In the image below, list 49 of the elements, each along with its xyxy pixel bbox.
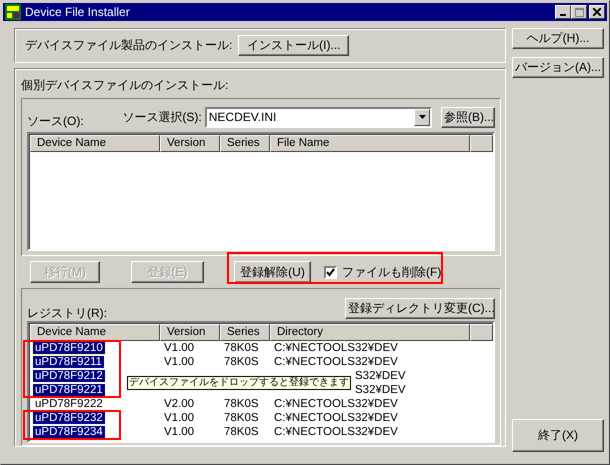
help-button[interactable]: ヘルプ(H)...	[512, 28, 604, 49]
column-header[interactable]: Version	[160, 135, 220, 152]
table-cell: 78K0S	[224, 398, 259, 410]
device-name[interactable]: uPD78F9222	[33, 398, 105, 410]
table-cell: 78K0S	[224, 412, 259, 424]
table-cell: 78K0S	[224, 356, 259, 368]
column-header[interactable]: Series	[220, 135, 270, 152]
version-button[interactable]: バージョン(A)...	[512, 57, 604, 78]
column-header[interactable]: Series	[220, 324, 270, 341]
source-dropdown[interactable]: NECDEV.INI	[204, 106, 432, 128]
column-header[interactable]: File Name	[270, 135, 470, 152]
column-header[interactable]: Device Name	[30, 324, 160, 341]
source-select-label: ソース選択(S):	[122, 108, 202, 126]
table-cell: V1.00	[164, 426, 194, 438]
table-cell: V2.00	[164, 398, 194, 410]
change-directory-button[interactable]: 登録ディレクトリ変更(C)...	[345, 298, 495, 318]
table-cell: V1.00	[164, 342, 194, 354]
checkbox-label[interactable]: ファイルも削除(F)	[342, 264, 442, 280]
section-label: デバイスファイル製品のインストール:	[25, 37, 232, 54]
tooltip: デバイスファイルをドロップすると登録できます	[127, 376, 351, 390]
table-cell: C:¥NECTOOLS32¥DEV	[274, 342, 398, 354]
table-cell: C:¥NECTOOLS32¥DEV	[274, 398, 398, 410]
install-button[interactable]: インストール(I)...	[238, 35, 350, 56]
dropdown-value: NECDEV.INI	[208, 110, 278, 124]
device-name[interactable]: uPD78F9232	[33, 412, 105, 424]
table-cell: C:¥NECTOOLS32¥DEV	[274, 412, 398, 424]
device-name[interactable]: uPD78F9212	[33, 370, 105, 382]
device-name[interactable]: uPD78F9211	[33, 356, 104, 368]
column-header[interactable]: Directory	[270, 324, 470, 341]
device-name[interactable]: uPD78F9221	[33, 384, 105, 396]
table-cell: S32¥DEV	[355, 384, 406, 396]
table-cell: S32¥DEV	[355, 370, 406, 382]
column-header[interactable]: Version	[160, 324, 220, 341]
table-cell: 78K0S	[224, 342, 259, 354]
registry-label: レジストリ(R):	[27, 304, 107, 322]
window-title: Device File Installer	[25, 5, 131, 19]
table-cell: V1.00	[164, 356, 194, 368]
section-label: 個別デバイスファイルのインストール:	[21, 77, 230, 94]
table-cell: 78K0S	[224, 426, 259, 438]
column-header[interactable]: Device Name	[30, 135, 160, 152]
table-cell: V1.00	[164, 412, 194, 424]
table-cell: C:¥NECTOOLS32¥DEV	[274, 426, 398, 438]
browse-button[interactable]: 参照(B)...	[441, 106, 495, 128]
exit-button[interactable]: 終了(X)	[512, 419, 604, 452]
unregister-button[interactable]: 登録解除(U)	[234, 261, 311, 283]
device-name[interactable]: uPD78F9234	[33, 426, 105, 438]
source-label: ソース(O):	[27, 112, 85, 130]
table-cell: C:¥NECTOOLS32¥DEV	[274, 356, 398, 368]
device-name[interactable]: uPD78F9210	[33, 342, 105, 354]
